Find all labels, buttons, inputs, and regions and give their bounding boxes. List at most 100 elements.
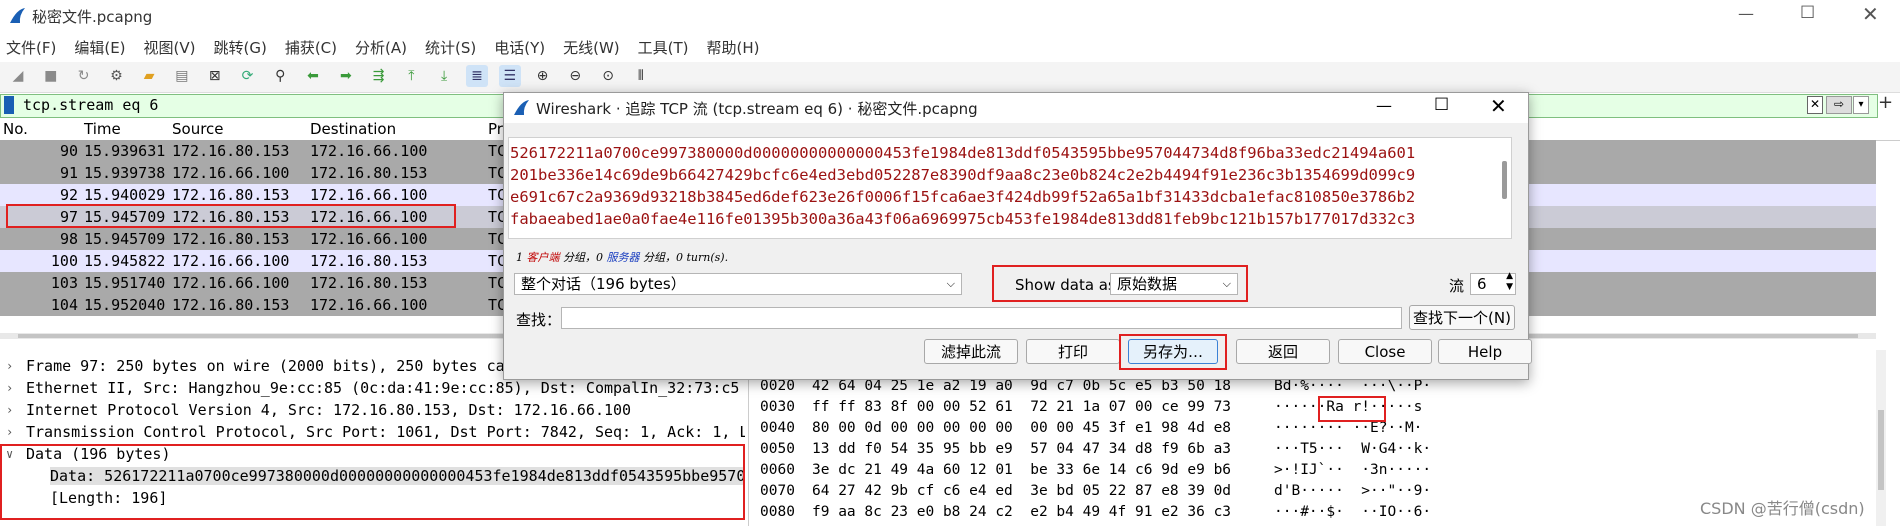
expand-right-icon[interactable]: › [6, 403, 13, 417]
last-packet-icon[interactable]: ⤓ [433, 65, 455, 87]
conversation-select[interactable]: 整个对话（196 bytes） ⌵ [514, 273, 962, 295]
menu-item[interactable]: 分析(A) [355, 39, 407, 57]
hex-ascii[interactable]: ···#··$· ··IO··6· [1274, 504, 1431, 525]
hex-bytes[interactable]: 3e dc 21 49 4a 60 12 01 be 33 6e 14 c6 9… [812, 462, 1231, 483]
hex-bytes[interactable]: f9 aa 8c 23 e0 b8 24 c2 e2 b4 49 4f 91 e… [812, 504, 1231, 525]
restart-capture-icon[interactable]: ↻ [73, 65, 95, 87]
stream-number-spinner[interactable]: 6 ▲ ▼ [1470, 271, 1516, 295]
detail-line[interactable]: › Transmission Control Protocol, Src Port… [0, 422, 745, 444]
column-protocol[interactable]: Pr [488, 120, 503, 138]
close-button[interactable]: Close [1338, 339, 1432, 364]
capture-options-icon[interactable]: ⚙ [105, 65, 127, 87]
back-button[interactable]: 返回 [1236, 339, 1330, 364]
maximize-icon[interactable]: ☐ [1800, 3, 1815, 23]
detail-line[interactable]: › Ethernet II, Src: Hangzhou_9e:cc:85 (0c… [0, 378, 745, 400]
menu-item[interactable]: 工具(T) [638, 39, 689, 57]
expand-right-icon[interactable]: › [6, 359, 13, 373]
detail-text: Ethernet II, Src: Hangzhou_9e:cc:85 (0c:… [26, 379, 740, 397]
menu-item[interactable]: 帮助(H) [707, 39, 760, 57]
packet-cell-dst: 172.16.66.100 [310, 230, 428, 248]
stream-content[interactable]: 526172211a0700ce997380000d00000000000000… [510, 142, 1498, 234]
dialog-minimize-icon[interactable]: — [1376, 96, 1392, 115]
follow-tcp-stream-dialog: Wireshark · 追踪 TCP 流 (tcp.stream eq 6) ·… [503, 92, 1532, 380]
shark-fin-start-icon[interactable]: ◢ [7, 65, 29, 87]
menu-item[interactable]: 视图(V) [144, 39, 196, 57]
packet-cell-no: 103 [50, 274, 78, 292]
zoom-in-icon[interactable]: ⊕ [532, 65, 554, 87]
add-filter-button-icon[interactable]: + [1878, 92, 1893, 113]
dialog-maximize-icon[interactable]: ☐ [1434, 95, 1449, 115]
find-input[interactable] [561, 307, 1402, 329]
column-no[interactable]: No. [3, 120, 28, 138]
hex-bytes[interactable]: 80 00 0d 00 00 00 00 00 00 00 45 3f e1 9… [812, 420, 1231, 441]
go-to-packet-icon[interactable]: ⇶ [368, 65, 390, 87]
zoom-out-icon[interactable]: ⊖ [564, 65, 586, 87]
zoom-reset-icon[interactable]: ⊙ [597, 65, 619, 87]
menu-item[interactable]: 电话(Y) [494, 39, 545, 57]
find-next-button[interactable]: 查找下一个(N) [1409, 305, 1515, 330]
column-time[interactable]: Time [84, 120, 121, 138]
dialog-close-icon[interactable]: ✕ [1490, 94, 1507, 118]
packet-cell-src: 172.16.80.153 [172, 230, 290, 248]
menu-item[interactable]: 编辑(E) [74, 39, 125, 57]
clear-filter-icon[interactable]: ✕ [1807, 96, 1823, 114]
packet-cell-no: 90 [59, 142, 78, 160]
stop-capture-icon[interactable]: ■ [40, 65, 62, 87]
filter-out-stream-button[interactable]: 滤掉此流 [924, 339, 1018, 364]
go-forward-icon[interactable]: ➡ [335, 65, 357, 87]
save-file-icon[interactable]: ▤ [171, 65, 193, 87]
find-packet-icon[interactable]: ⚲ [269, 65, 291, 87]
bookmark-icon[interactable] [4, 96, 14, 114]
packet-cell-dst: 172.16.80.153 [310, 252, 428, 270]
highlight-box-packet-97 [6, 204, 456, 228]
menu-item[interactable]: 无线(W) [563, 39, 620, 57]
close-icon[interactable]: ✕ [1862, 2, 1879, 26]
autoscroll-icon[interactable]: ≣ [465, 65, 488, 87]
menu-item[interactable]: 文件(F) [6, 39, 56, 57]
stream-label: 流 [1449, 277, 1465, 295]
detail-text: Transmission Control Protocol, Src Port:… [26, 423, 745, 441]
detail-line[interactable]: › Internet Protocol Version 4, Src: 172.1… [0, 400, 745, 422]
reload-file-icon[interactable]: ⟳ [236, 65, 258, 87]
summary-text: 1 [516, 251, 527, 264]
packet-cell-time: 15.939631 [84, 142, 166, 160]
apply-filter-icon[interactable]: ⇨ [1826, 96, 1852, 114]
packet-cell-src: 172.16.66.100 [172, 274, 290, 292]
hex-bytes[interactable]: ff ff 83 8f 00 00 52 61 72 21 1a 07 00 c… [812, 399, 1231, 420]
hex-bytes[interactable]: 42 64 04 25 1e a2 19 a0 9d c7 0b 5c e5 b… [812, 378, 1231, 399]
expand-right-icon[interactable]: › [6, 381, 13, 395]
stream-scrollbar[interactable] [1502, 161, 1507, 199]
help-button[interactable]: Help [1438, 339, 1532, 364]
minimize-icon[interactable]: — [1738, 4, 1754, 23]
hex-bytes[interactable]: 64 27 42 9b cf c6 e4 ed 3e bd 05 22 87 e… [812, 483, 1231, 504]
main-toolbar: ◢ ■ ↻ ⚙ ▰ ▤ ⊠ ⟳ ⚲ ⬅ ➡ ⇶ ⤒ ⤓ ≣ ☰ ⊕ ⊖ ⊙ ⫴ [0, 62, 1900, 93]
menu-item[interactable]: 统计(S) [425, 39, 476, 57]
print-button[interactable]: 打印 [1026, 339, 1120, 364]
colorize-icon[interactable]: ☰ [498, 65, 521, 87]
column-destination[interactable]: Destination [310, 120, 396, 138]
hex-bytes[interactable]: 13 dd f0 54 35 95 bb e9 57 04 47 34 d8 f… [812, 441, 1231, 462]
bytes-scrollbar[interactable] [1876, 350, 1886, 526]
spin-arrows-icon[interactable]: ▲ ▼ [1506, 271, 1513, 293]
hex-ascii[interactable]: d'B····· >··"··9· [1274, 483, 1431, 504]
go-back-icon[interactable]: ⬅ [302, 65, 324, 87]
watermark: CSDN @苦行僧(csdn) [1700, 499, 1865, 518]
close-file-icon[interactable]: ⊠ [204, 65, 226, 87]
filter-input[interactable]: tcp.stream eq 6 [23, 96, 158, 114]
filter-dropdown-icon[interactable]: ▾ [1853, 96, 1869, 114]
menu-item[interactable]: 捕获(C) [285, 39, 337, 57]
hex-ascii[interactable]: ········ ··E?··M· [1274, 420, 1422, 441]
dialog-title-bar: Wireshark · 追踪 TCP 流 (tcp.stream eq 6) ·… [504, 93, 1528, 123]
open-file-icon[interactable]: ▰ [138, 65, 160, 87]
menu-item[interactable]: 跳转(G) [214, 39, 267, 57]
conversation-value: 整个对话（196 bytes） [521, 275, 686, 293]
stream-line: e691c67c2a9369d93218b3845ed6def623e26f00… [510, 188, 1416, 206]
hex-ascii[interactable]: >·!IJ`·· ·3n····· [1274, 462, 1431, 483]
first-packet-icon[interactable]: ⤒ [400, 65, 422, 87]
column-source[interactable]: Source [172, 120, 224, 138]
packet-cell-time: 15.951740 [84, 274, 166, 292]
packet-cell-time: 15.945822 [84, 252, 166, 270]
expand-right-icon[interactable]: › [6, 425, 13, 439]
resize-columns-icon[interactable]: ⫴ [630, 65, 652, 87]
hex-ascii[interactable]: ···T5··· W·G4··k· [1274, 441, 1431, 462]
